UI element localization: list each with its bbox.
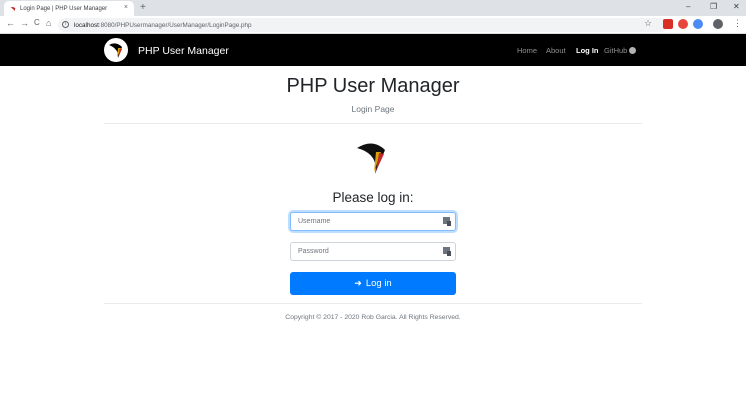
keyboard-icon[interactable] — [443, 217, 451, 226]
password-field[interactable]: Password — [290, 242, 456, 261]
tab-title: Login Page | PHP User Manager — [20, 5, 108, 12]
login-button-label: Log in — [365, 278, 392, 289]
divider — [104, 303, 642, 304]
reload-button[interactable]: C — [34, 18, 40, 27]
home-button[interactable]: ⌂ — [46, 18, 51, 28]
brand-name[interactable]: PHP User Manager — [138, 45, 229, 57]
divider — [104, 123, 642, 124]
info-icon[interactable]: i — [62, 21, 69, 28]
browser-tab[interactable]: Login Page | PHP User Manager × — [4, 1, 134, 16]
url-host: localhost — [74, 21, 99, 29]
close-window-button[interactable]: ✕ — [733, 2, 740, 11]
menu-icon[interactable]: ⋮ — [733, 18, 742, 29]
keyboard-icon[interactable] — [443, 247, 451, 256]
bookmark-star-icon[interactable]: ☆ — [644, 18, 652, 29]
page-subtitle: Login Page — [351, 104, 395, 114]
nav-link-login[interactable]: Log In — [576, 46, 599, 55]
extension-icon[interactable] — [663, 19, 673, 29]
username-field[interactable]: Username — [290, 212, 456, 231]
extension-icon[interactable] — [693, 19, 703, 29]
page-title: PHP User Manager — [286, 75, 460, 97]
favicon-icon — [10, 6, 16, 11]
address-bar[interactable]: i localhost:8080/PHPUsermanager/UserMana… — [58, 18, 668, 32]
login-button[interactable]: ➜ Log in — [290, 272, 456, 295]
login-heading: Please log in: — [332, 190, 414, 205]
maximize-button[interactable]: ❐ — [710, 2, 717, 11]
profile-icon[interactable] — [713, 19, 723, 29]
back-button[interactable]: ← — [6, 18, 15, 28]
nav-link-about[interactable]: About — [546, 46, 566, 55]
nav-link-home[interactable]: Home — [517, 46, 537, 55]
github-icon — [629, 47, 637, 54]
tab-close-icon[interactable]: × — [124, 4, 128, 11]
username-placeholder: Username — [298, 218, 331, 225]
forward-button[interactable]: → — [20, 18, 29, 28]
app-logo-icon — [357, 143, 385, 174]
password-placeholder: Password — [298, 248, 329, 255]
url-path: :8080/PHPUsermanager/UserManager/LoginPa… — [98, 21, 252, 29]
extension-icon[interactable] — [678, 19, 688, 29]
brand-logo-icon[interactable] — [104, 38, 128, 62]
nav-link-github[interactable]: GitHub — [604, 46, 637, 55]
login-icon: ➜ — [354, 278, 362, 288]
minimize-button[interactable]: – — [686, 2, 690, 11]
browser-toolbar: ← → C ⌂ i localhost:8080/PHPUsermanager/… — [0, 16, 746, 34]
footer-copyright: Copyright © 2017 - 2020 Rob Garcia. All … — [285, 314, 461, 321]
new-tab-button[interactable]: + — [140, 2, 146, 13]
nav-link-github-label: GitHub — [604, 46, 628, 55]
